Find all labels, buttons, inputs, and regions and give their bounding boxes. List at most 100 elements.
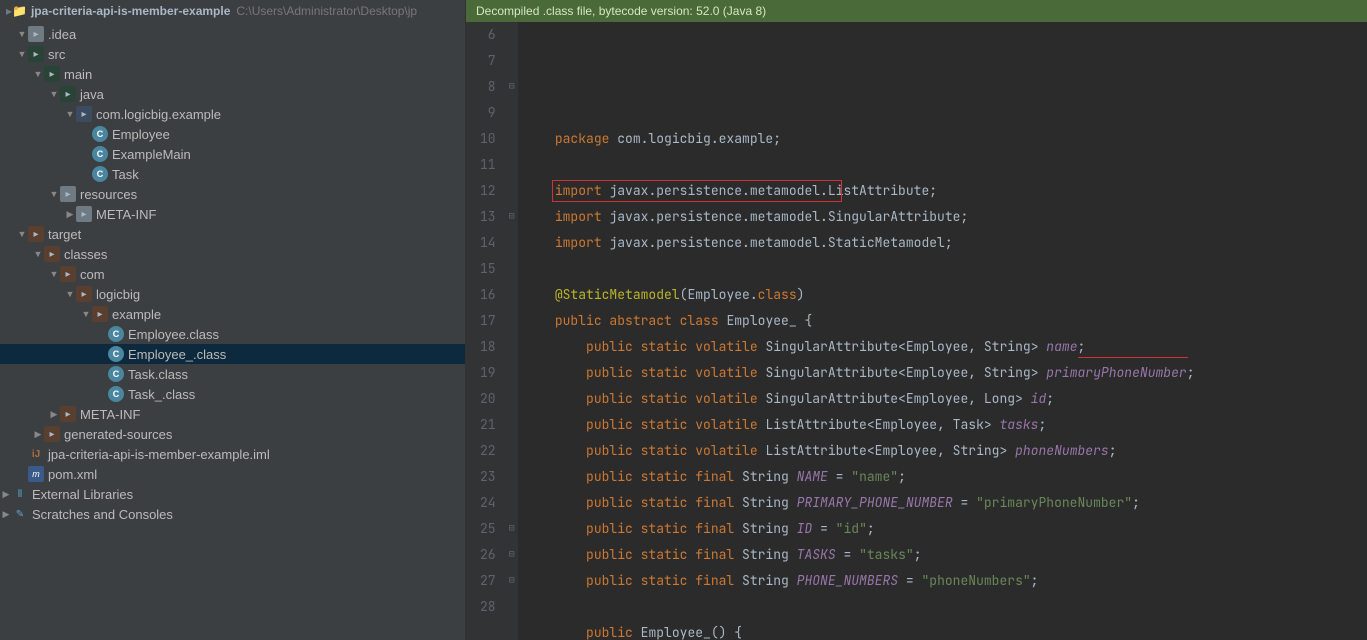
tree-item--idea[interactable]: ▼▸.idea — [0, 24, 465, 44]
code-line-15[interactable]: public static volatile SingularAttribute… — [524, 360, 1367, 386]
scratches-and-consoles[interactable]: ▶✎ Scratches and Consoles — [0, 504, 465, 524]
folder-pkg-icon: ▸ — [76, 106, 92, 122]
tree-item-Task-class[interactable]: CTask.class — [0, 364, 465, 384]
tree-item-classes[interactable]: ▼▸classes — [0, 244, 465, 264]
tree-item-java[interactable]: ▼▸ java — [0, 84, 465, 104]
code-line-23[interactable]: public static final String PHONE_NUMBERS… — [524, 568, 1367, 594]
code-area[interactable]: 6789101112131415161718192021222324252627… — [466, 22, 1367, 640]
code-line-25[interactable]: public Employee_() { — [524, 620, 1367, 640]
expand-arrow-icon[interactable]: ▼ — [32, 249, 44, 259]
expand-arrow-icon[interactable]: ▶ — [48, 409, 60, 420]
tree-label: jpa-criteria-api-is-member-example.iml — [48, 447, 270, 462]
expand-arrow-icon[interactable]: ▼ — [16, 29, 28, 39]
tree-item-example[interactable]: ▼▸example — [0, 304, 465, 324]
project-name: jpa-criteria-api-is-member-example — [31, 4, 230, 18]
tree-label: com — [80, 267, 105, 282]
tree-label: ExampleMain — [112, 147, 191, 162]
tree-label: Scratches and Consoles — [32, 507, 173, 522]
tree-item-META-INF[interactable]: ▶▸ META-INF — [0, 404, 465, 424]
expand-arrow-icon[interactable]: ▼ — [48, 89, 60, 99]
classfile-icon: C — [108, 346, 124, 362]
tree-item-target[interactable]: ▼▸ target — [0, 224, 465, 244]
tree-item-main[interactable]: ▼▸main — [0, 64, 465, 84]
code-line-12[interactable]: @StaticMetamodel(Employee.class) — [524, 282, 1367, 308]
tree-label: classes — [64, 247, 107, 262]
expand-arrow-icon[interactable]: ▼ — [32, 69, 44, 79]
expand-arrow-icon[interactable]: ▶ — [0, 489, 12, 500]
project-sidebar: ▸📁 jpa-criteria-api-is-member-example C:… — [0, 0, 466, 640]
tree-item-ExampleMain[interactable]: C ExampleMain — [0, 144, 465, 164]
tree-label: META-INF — [96, 207, 156, 222]
folder-gen-icon: ▸ — [44, 426, 60, 442]
classfile-icon: C — [108, 386, 124, 402]
folder-icon: ▸📁 — [6, 4, 27, 18]
code-line-16[interactable]: public static volatile SingularAttribute… — [524, 386, 1367, 412]
tree-item-generated-sources[interactable]: ▶▸generated-sources — [0, 424, 465, 444]
tree-label: .idea — [48, 27, 76, 42]
scratch-icon: ✎ — [12, 506, 28, 522]
tree-label: Employee — [112, 127, 170, 142]
tree-label: resources — [80, 187, 137, 202]
code-content[interactable]: package com.logicbig.example; import jav… — [518, 22, 1367, 640]
tree-item-Employee--class[interactable]: C Employee_.class — [0, 344, 465, 364]
tree-item-pom-xml[interactable]: mpom.xml — [0, 464, 465, 484]
tree-item-jpa-criteria-api-is-member-example-iml[interactable]: iJjpa-criteria-api-is-member-example.iml — [0, 444, 465, 464]
code-line-20[interactable]: public static final String PRIMARY_PHONE… — [524, 490, 1367, 516]
class-icon: C — [92, 146, 108, 162]
expand-arrow-icon[interactable]: ▼ — [64, 289, 76, 299]
tree-label: META-INF — [80, 407, 140, 422]
code-line-18[interactable]: public static volatile ListAttribute<Emp… — [524, 438, 1367, 464]
expand-arrow-icon[interactable]: ▼ — [48, 269, 60, 279]
folder-gen-icon: ▸ — [28, 226, 44, 242]
external-libraries[interactable]: ▶⫴External Libraries — [0, 484, 465, 504]
tree-item-Employee[interactable]: C Employee — [0, 124, 465, 144]
code-line-14[interactable]: public static volatile SingularAttribute… — [524, 334, 1367, 360]
code-line-11[interactable] — [524, 256, 1367, 282]
code-line-9[interactable]: import javax.persistence.metamodel.Singu… — [524, 204, 1367, 230]
expand-arrow-icon[interactable]: ▼ — [16, 229, 28, 239]
breadcrumb[interactable]: ▸📁 jpa-criteria-api-is-member-example C:… — [0, 0, 465, 22]
expand-arrow-icon[interactable]: ▶ — [64, 209, 76, 220]
tree-item-Task--class[interactable]: C Task_.class — [0, 384, 465, 404]
xml-icon: m — [28, 466, 44, 482]
folder-icon: ▸ — [76, 206, 92, 222]
code-line-6[interactable]: package com.logicbig.example; — [524, 126, 1367, 152]
tree-label: com.logicbig.example — [96, 107, 221, 122]
tree-item-Employee-class[interactable]: CEmployee.class — [0, 324, 465, 344]
expand-arrow-icon[interactable]: ▼ — [80, 309, 92, 319]
expand-arrow-icon[interactable]: ▶ — [0, 509, 12, 520]
tree-label: logicbig — [96, 287, 140, 302]
class-icon: C — [92, 126, 108, 142]
folder-gen-icon: ▸ — [60, 406, 76, 422]
expand-arrow-icon[interactable]: ▼ — [16, 49, 28, 59]
tree-label: target — [48, 227, 81, 242]
code-line-24[interactable] — [524, 594, 1367, 620]
tree-item-resources[interactable]: ▼▸resources — [0, 184, 465, 204]
folder-gen-icon: ▸ — [60, 266, 76, 282]
fold-column[interactable]: ⊟ ⊟ ⊟⊟⊟ — [506, 22, 518, 640]
code-line-17[interactable]: public static volatile ListAttribute<Emp… — [524, 412, 1367, 438]
tree-item-src[interactable]: ▼▸src — [0, 44, 465, 64]
code-line-8[interactable]: import javax.persistence.metamodel.ListA… — [524, 178, 1367, 204]
tree-item-META-INF[interactable]: ▶▸ META-INF — [0, 204, 465, 224]
tree-label: Employee_.class — [128, 347, 226, 362]
tree-label: java — [80, 87, 104, 102]
tree-label: Task_.class — [128, 387, 195, 402]
folder-src-icon: ▸ — [60, 86, 76, 102]
code-line-10[interactable]: import javax.persistence.metamodel.Stati… — [524, 230, 1367, 256]
tree-item-com-logicbig-example[interactable]: ▼▸ com.logicbig.example — [0, 104, 465, 124]
editor-panel: Decompiled .class file, bytecode version… — [466, 0, 1367, 640]
code-line-19[interactable]: public static final String NAME = "name"… — [524, 464, 1367, 490]
code-line-7[interactable] — [524, 152, 1367, 178]
expand-arrow-icon[interactable]: ▶ — [32, 429, 44, 440]
code-line-21[interactable]: public static final String ID = "id"; — [524, 516, 1367, 542]
code-line-13[interactable]: public abstract class Employee_ { — [524, 308, 1367, 334]
tree-label: Employee.class — [128, 327, 219, 342]
expand-arrow-icon[interactable]: ▼ — [64, 109, 76, 119]
code-line-22[interactable]: public static final String TASKS = "task… — [524, 542, 1367, 568]
expand-arrow-icon[interactable]: ▼ — [48, 189, 60, 199]
tree-item-logicbig[interactable]: ▼▸logicbig — [0, 284, 465, 304]
libraries-icon: ⫴ — [12, 486, 28, 502]
tree-item-com[interactable]: ▼▸ com — [0, 264, 465, 284]
tree-item-Task[interactable]: CTask — [0, 164, 465, 184]
